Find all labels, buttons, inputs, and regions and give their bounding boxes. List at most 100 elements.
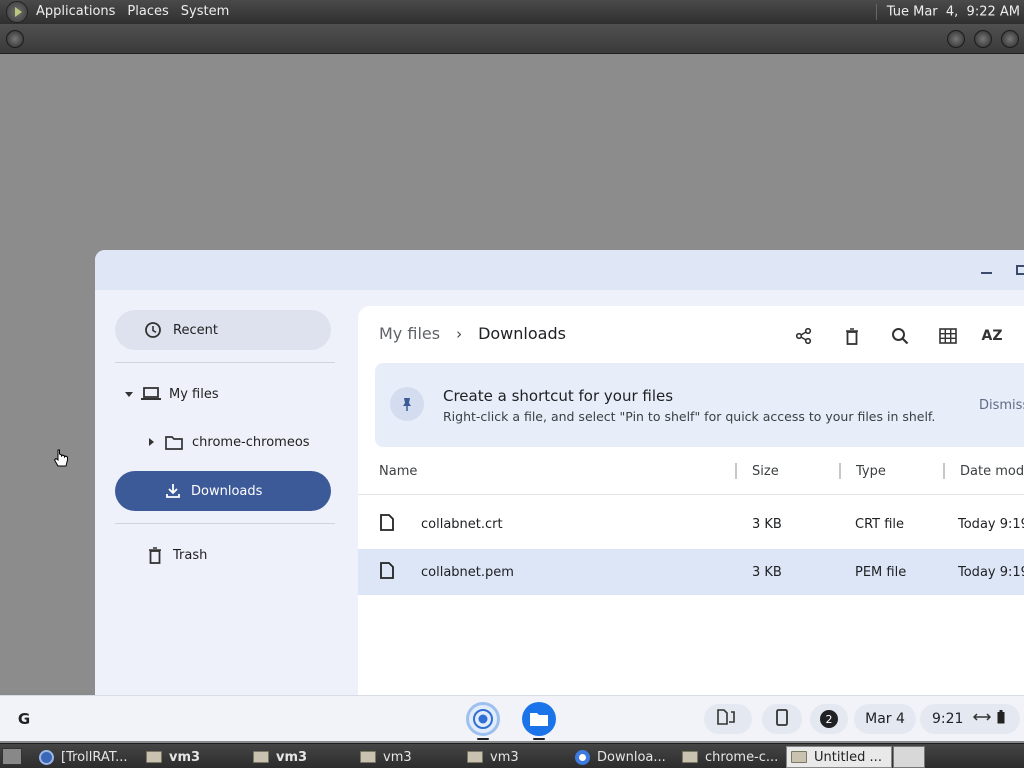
calendar-date-button[interactable]: Mar 4 xyxy=(854,704,916,734)
file-size: 3 KB xyxy=(752,516,782,532)
taskbar-item-label: vm3 xyxy=(383,749,412,765)
dismiss-button[interactable]: Dismiss xyxy=(979,398,1024,413)
taskbar-item[interactable]: vm3 xyxy=(463,746,568,768)
file-list-panel: My files › Downloads AZ Create a shortcu… xyxy=(358,306,1024,695)
maximize-window-button[interactable] xyxy=(974,30,992,48)
search-icon[interactable] xyxy=(886,322,914,350)
sidebar-item-my-files[interactable]: My files xyxy=(125,382,219,406)
taskbar-item[interactable]: vm3 xyxy=(356,746,461,768)
window-menu-icon[interactable] xyxy=(6,30,24,48)
notification-count: 2 xyxy=(820,710,838,728)
vnc-window-titlebar[interactable] xyxy=(0,24,1024,54)
folder-icon xyxy=(164,432,184,452)
collapse-arrow-icon[interactable] xyxy=(149,438,154,446)
header-divider xyxy=(358,494,1024,495)
minimize-window-button[interactable] xyxy=(947,30,965,48)
file-type: CRT file xyxy=(855,516,905,532)
show-desktop-icon[interactable] xyxy=(2,748,22,765)
sidebar-item-chrome-chromeos[interactable]: chrome-chromeos xyxy=(149,430,310,454)
folder-icon xyxy=(146,751,162,763)
files-window-titlebar[interactable] xyxy=(95,250,1024,290)
sidebar-item-recent[interactable]: Recent xyxy=(115,310,331,350)
file-icon xyxy=(716,709,740,729)
taskbar-item[interactable]: [TrollRAT... xyxy=(35,746,140,768)
clock-icon xyxy=(143,320,163,340)
applications-menu[interactable]: Applications xyxy=(30,0,121,24)
notification-button[interactable]: 2 xyxy=(810,704,848,734)
breadcrumb-downloads[interactable]: Downloads xyxy=(478,324,566,343)
taskbar-item[interactable]: vm3 xyxy=(142,746,247,768)
column-header-size[interactable]: Size xyxy=(752,456,779,486)
maximize-icon[interactable] xyxy=(1016,265,1024,275)
breadcrumb-my-files[interactable]: My files xyxy=(379,324,440,343)
sidebar-item-downloads[interactable]: Downloads xyxy=(115,471,331,511)
taskbar-item-label: vm3 xyxy=(490,749,519,765)
system-menu[interactable]: System xyxy=(175,0,235,24)
shelf-date: Mar 4 xyxy=(865,711,905,727)
delete-icon[interactable] xyxy=(838,322,866,350)
close-window-button[interactable] xyxy=(1001,30,1019,48)
workspace-switcher-icon[interactable] xyxy=(893,746,925,768)
system-tray[interactable]: 9:21 xyxy=(920,704,1020,734)
panel-clock[interactable]: Tue Mar 4, 9:22 AM xyxy=(875,4,1024,20)
taskbar-item-label: Untitled ... xyxy=(814,749,882,765)
running-indicator xyxy=(477,738,489,740)
file-icon xyxy=(380,514,394,535)
folder-icon xyxy=(360,751,376,763)
files-app-icon[interactable] xyxy=(522,702,556,736)
taskbar-item[interactable]: vm3 xyxy=(249,746,354,768)
places-menu[interactable]: Places xyxy=(121,0,174,24)
table-row[interactable]: collabnet.pem 3 KB PEM file Today 9:19 AM xyxy=(358,549,1024,595)
files-sidebar: Recent My files chrome-chromeos Download… xyxy=(95,290,358,695)
column-header-date[interactable]: Date modified xyxy=(960,456,1024,486)
expand-arrow-icon[interactable] xyxy=(125,391,133,397)
phone-hub-button[interactable] xyxy=(762,704,802,734)
taskbar-item[interactable]: Untitled ... xyxy=(786,746,892,768)
chromeos-shelf: G 2 Mar 4 9:21 xyxy=(0,695,1024,741)
window-icon xyxy=(791,751,807,763)
column-divider[interactable] xyxy=(735,463,737,479)
share-icon[interactable] xyxy=(790,322,818,350)
trash-icon xyxy=(145,545,165,565)
gnome-menu-icon[interactable] xyxy=(6,1,28,23)
network-icon xyxy=(973,711,992,727)
chrome-app-icon[interactable] xyxy=(466,702,500,736)
grid-view-icon[interactable] xyxy=(934,322,962,350)
laptop-icon xyxy=(141,384,161,404)
column-header-name[interactable]: Name xyxy=(379,456,417,486)
phone-icon xyxy=(776,708,788,730)
column-divider[interactable] xyxy=(839,463,841,479)
taskbar-item[interactable]: chrome-c... xyxy=(678,746,783,768)
battery-icon xyxy=(997,710,1005,728)
banner-text: Right-click a file, and select "Pin to s… xyxy=(443,409,936,424)
launcher-button[interactable]: G xyxy=(8,703,40,735)
taskbar-item-label: vm3 xyxy=(169,749,201,765)
folder-icon xyxy=(682,751,698,763)
file-type: PEM file xyxy=(855,564,907,580)
sidebar-item-label: Trash xyxy=(173,547,208,563)
sidebar-item-label: My files xyxy=(169,386,219,402)
file-icon xyxy=(380,562,394,583)
taskbar-item-label: Downloa... xyxy=(597,749,666,765)
sidebar-item-label: chrome-chromeos xyxy=(192,434,310,450)
table-row[interactable]: collabnet.crt 3 KB CRT file Today 9:19 AM xyxy=(358,501,1024,547)
minimize-icon[interactable] xyxy=(981,272,992,274)
taskbar-item-label: [TrollRAT... xyxy=(61,749,128,765)
sort-button[interactable]: AZ xyxy=(978,322,1006,350)
hand-cursor-icon xyxy=(53,449,69,473)
browser-icon xyxy=(39,749,54,765)
taskbar-item-label: vm3 xyxy=(276,749,308,765)
file-size: 3 KB xyxy=(752,564,782,580)
sidebar-divider xyxy=(115,362,335,363)
column-header-type[interactable]: Type xyxy=(856,456,886,486)
chrome-icon xyxy=(575,749,590,765)
pin-icon xyxy=(390,387,424,421)
file-date: Today 9:19 AM xyxy=(958,564,1024,580)
host-taskbar: [TrollRAT... vm3 vm3 vm3 vm3 Downloa... chrome… xyxy=(0,743,1024,768)
running-indicator xyxy=(533,738,545,740)
holding-space-button[interactable] xyxy=(704,704,752,734)
taskbar-item[interactable]: Downloa... xyxy=(571,746,676,768)
files-app-window: Recent My files chrome-chromeos Download… xyxy=(95,250,1024,695)
column-divider[interactable] xyxy=(943,463,945,479)
sidebar-item-trash[interactable]: Trash xyxy=(145,543,207,567)
